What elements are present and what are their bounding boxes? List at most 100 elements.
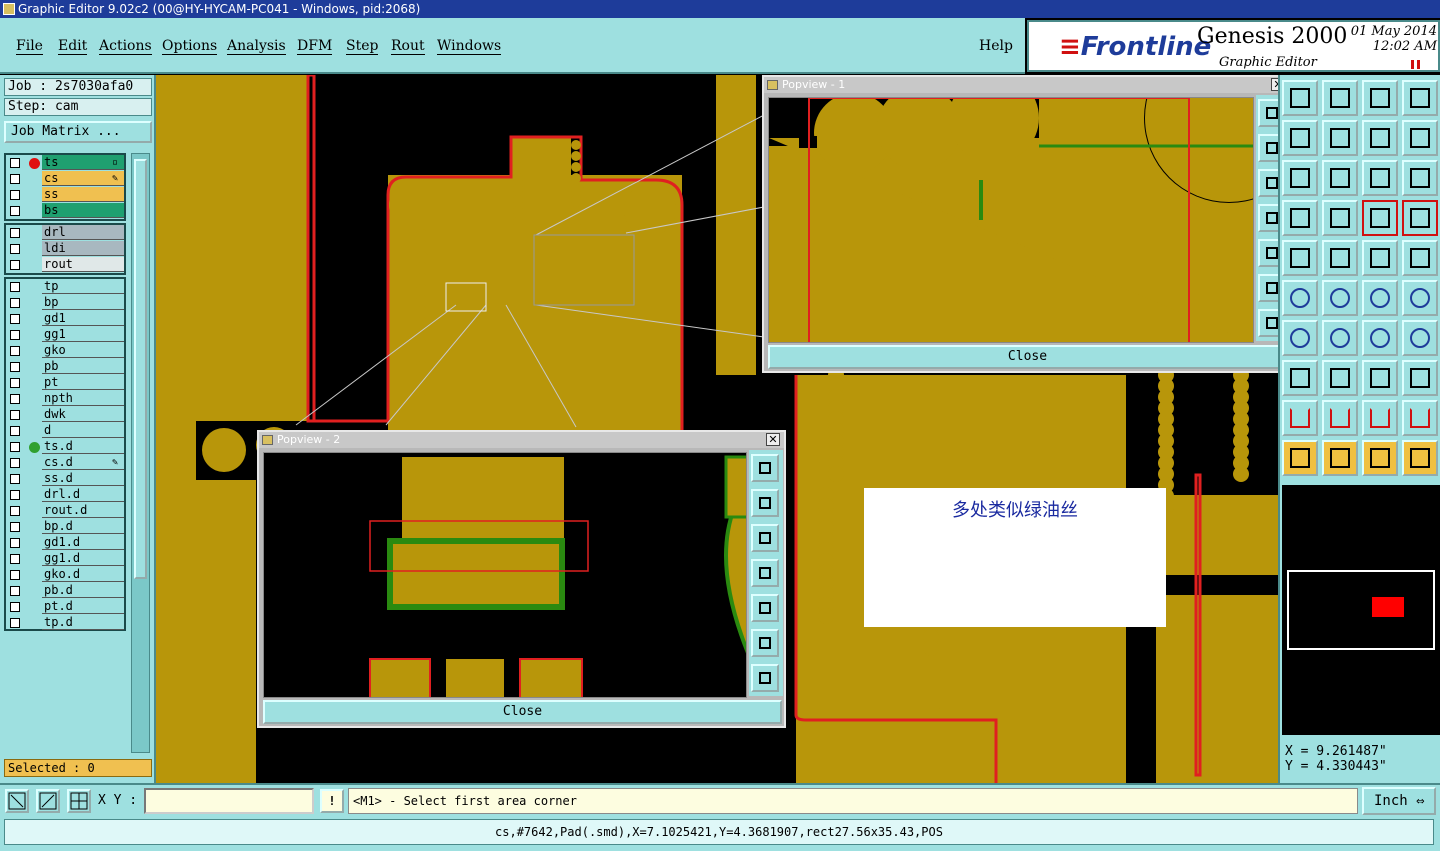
popview-tool-3[interactable] [751,559,779,587]
layer-name[interactable]: ldi [42,241,124,256]
tool-button-0-2[interactable] [1362,80,1398,116]
layer-name[interactable]: gko.d [42,567,124,582]
layer-checkbox[interactable] [10,410,20,420]
tool-button-1-1[interactable] [1322,120,1358,156]
pause-icon[interactable] [1411,60,1420,69]
layer-name[interactable]: rout.d [42,503,124,518]
menu-dfm[interactable]: DFM [297,38,333,55]
layer-checkbox[interactable] [10,442,20,452]
popview-2-view[interactable] [263,452,747,698]
warning-button[interactable]: ! [320,789,344,813]
layer-row-drl[interactable]: drl [6,225,124,241]
layer-name[interactable]: bs [42,203,124,218]
tool-button-2-2[interactable] [1362,160,1398,196]
tool-button-6-0[interactable] [1282,320,1318,356]
layer-row-rout[interactable]: rout [6,257,124,273]
tool-button-5-0[interactable] [1282,280,1318,316]
menu-options[interactable]: Options [162,38,218,55]
tool-button-8-3[interactable] [1402,400,1438,436]
tool-button-2-3[interactable] [1402,160,1438,196]
layer-checkbox[interactable] [10,378,20,388]
zoom-area-button[interactable] [5,789,29,813]
layer-row-cs[interactable]: cs ✎ [6,171,124,187]
tool-button-4-2[interactable] [1362,240,1398,276]
tool-button-0-0[interactable] [1282,80,1318,116]
layer-checkbox[interactable] [10,260,20,270]
popview-tool-6[interactable] [751,664,779,692]
job-matrix-button[interactable]: Job Matrix ... [4,121,152,143]
layer-name[interactable]: dwk [42,407,124,422]
tool-button-9-2[interactable] [1362,440,1398,476]
popview-tool-0[interactable] [751,454,779,482]
tool-button-6-2[interactable] [1362,320,1398,356]
layer-checkbox[interactable] [10,244,20,254]
layer-checkbox[interactable] [10,506,20,516]
popview-1-window[interactable]: Popview - 1✕ Close [762,75,1291,373]
overview-minimap[interactable] [1282,485,1440,735]
menu-rout[interactable]: Rout [391,38,425,55]
layer-name[interactable]: ss [42,187,124,202]
layer-checkbox[interactable] [10,282,20,292]
tool-button-8-0[interactable] [1282,400,1318,436]
menu-analysis[interactable]: Analysis [227,38,286,55]
layer-name[interactable]: drl [42,225,124,240]
tool-button-1-2[interactable] [1362,120,1398,156]
layer-row-tp[interactable]: tp [6,279,124,295]
popview-1-close-button[interactable]: Close [768,345,1287,369]
layer-checkbox[interactable] [10,602,20,612]
layer-row-bp[interactable]: bp [6,295,124,311]
layer-name[interactable]: gd1 [42,311,124,326]
layer-checkbox[interactable] [10,190,20,200]
layer-row-d[interactable]: d [6,423,124,439]
layer-checkbox[interactable] [10,206,20,216]
tool-button-7-2[interactable] [1362,360,1398,396]
tool-button-1-3[interactable] [1402,120,1438,156]
minimap-viewport[interactable] [1372,597,1404,617]
layer-checkbox[interactable] [10,298,20,308]
layer-name[interactable]: pt [42,375,124,390]
layer-checkbox[interactable] [10,426,20,436]
layer-row-pb-d[interactable]: pb.d [6,583,124,599]
layer-name[interactable]: tp.d [42,615,124,630]
menu-windows[interactable]: Windows [437,38,502,55]
layer-scrollbar[interactable] [131,153,150,753]
layer-checkbox[interactable] [10,586,20,596]
layer-row-gd1[interactable]: gd1 [6,311,124,327]
layer-name[interactable]: drl.d [42,487,124,502]
tool-button-8-1[interactable] [1322,400,1358,436]
layer-checkbox[interactable] [10,314,20,324]
layer-name[interactable]: pt.d [42,599,124,614]
layer-name[interactable]: rout [42,257,124,272]
layer-name[interactable]: gd1.d [42,535,124,550]
layer-name[interactable]: bp.d [42,519,124,534]
layer-row-gg1-d[interactable]: gg1.d [6,551,124,567]
tool-button-7-0[interactable] [1282,360,1318,396]
popview-tool-1[interactable] [751,489,779,517]
xy-input[interactable] [144,788,314,814]
popview-1-titlebar[interactable]: Popview - 1✕ [764,77,1289,93]
layer-row-gko-d[interactable]: gko.d [6,567,124,583]
layer-name[interactable]: pb [42,359,124,374]
layer-row-bp-d[interactable]: bp.d [6,519,124,535]
tool-button-6-1[interactable] [1322,320,1358,356]
units-selector[interactable]: Inch ⇔ [1362,787,1436,815]
grid-button[interactable] [67,789,91,813]
layer-name[interactable]: pb.d [42,583,124,598]
tool-button-3-3[interactable] [1402,200,1438,236]
layer-row-drl-d[interactable]: drl.d [6,487,124,503]
layer-checkbox[interactable] [10,554,20,564]
tool-button-9-0[interactable] [1282,440,1318,476]
layer-row-dwk[interactable]: dwk [6,407,124,423]
tool-button-3-2[interactable] [1362,200,1398,236]
tool-button-4-1[interactable] [1322,240,1358,276]
layer-checkbox[interactable] [10,522,20,532]
tool-button-7-3[interactable] [1402,360,1438,396]
layer-row-ldi[interactable]: ldi [6,241,124,257]
close-icon[interactable]: ✕ [766,433,780,446]
layer-checkbox[interactable] [10,538,20,548]
tool-button-3-1[interactable] [1322,200,1358,236]
tool-button-3-0[interactable] [1282,200,1318,236]
popview-tool-4[interactable] [751,594,779,622]
menu-file[interactable]: File [16,38,43,55]
popview-2-close-button[interactable]: Close [263,700,782,724]
